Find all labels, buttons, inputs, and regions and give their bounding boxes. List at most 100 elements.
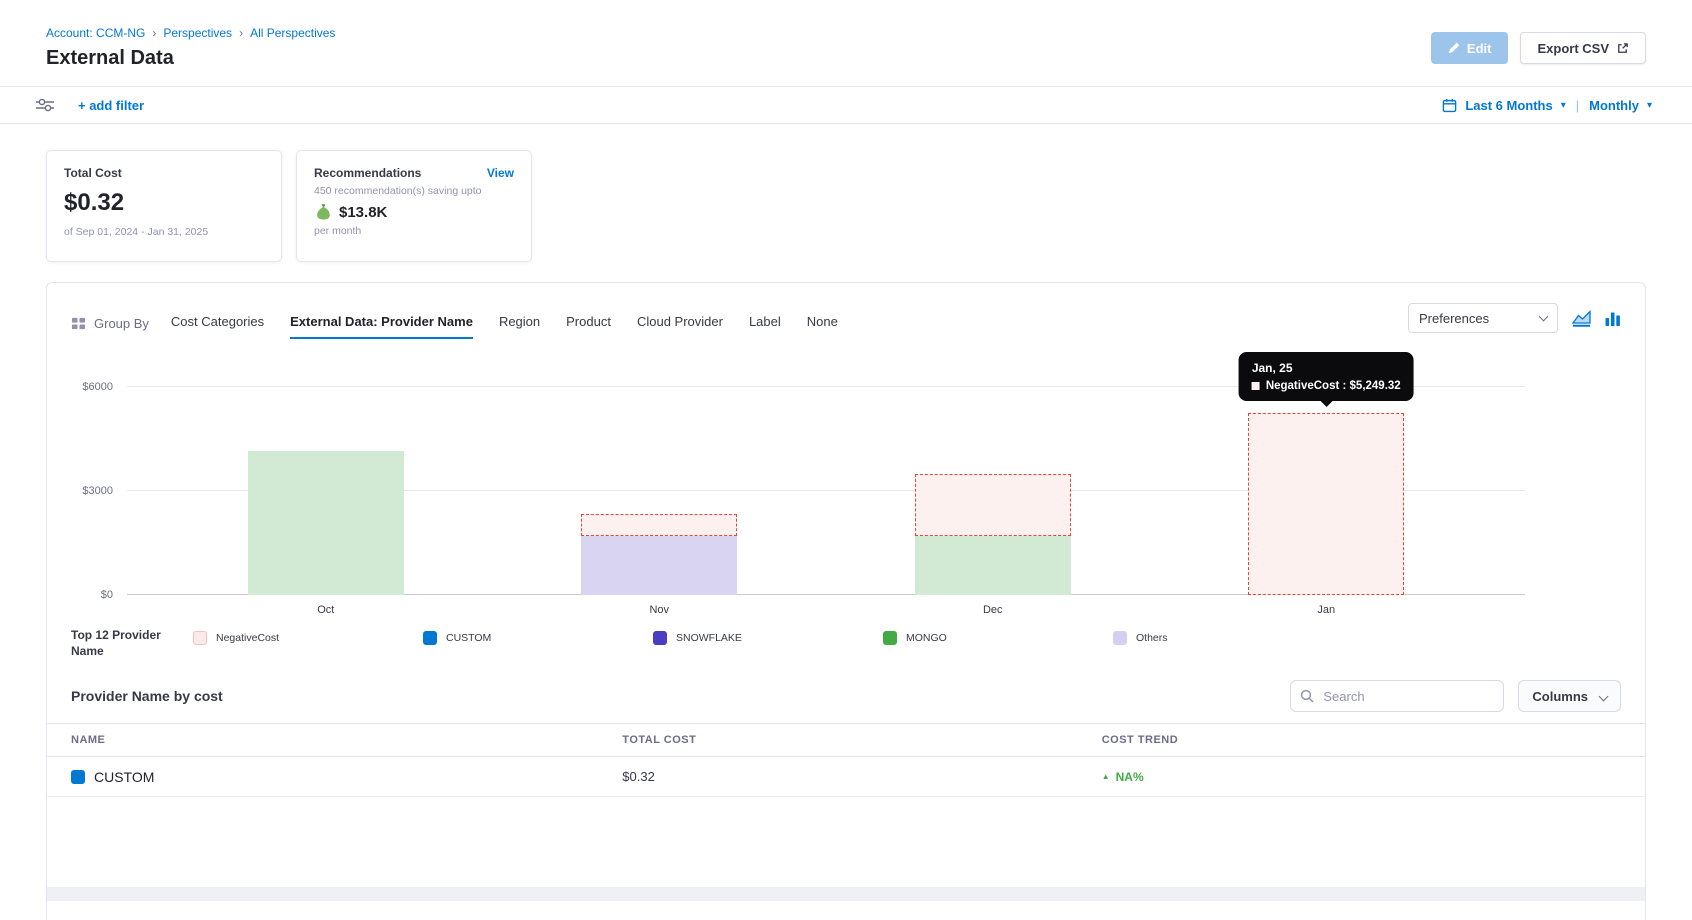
groupby-tab-cost-categories[interactable]: Cost Categories <box>171 314 264 339</box>
view-recommendations-link[interactable]: View <box>487 166 514 180</box>
edit-button[interactable]: Edit <box>1431 32 1509 64</box>
column-header-total-cost[interactable]: TOTAL COST <box>598 734 1077 746</box>
groupby-tab-none[interactable]: None <box>807 314 838 339</box>
legend-swatch <box>1113 631 1127 645</box>
total-cost-value: $0.32 <box>64 189 264 217</box>
tooltip-series-swatch <box>1252 382 1260 390</box>
legend-title: Top 12 Provider Name <box>71 627 183 659</box>
bar-segment-negativecost[interactable] <box>581 514 737 537</box>
chevron-down-icon <box>1539 312 1549 322</box>
breadcrumb-separator: › <box>239 26 243 40</box>
filter-bar: + add filter Last 6 Months ▾ | Monthly ▾ <box>0 86 1692 124</box>
recommendations-card: Recommendations View 450 recommendation(… <box>296 150 532 262</box>
recommendations-period: per month <box>314 225 514 237</box>
x-axis-label: Jan <box>1160 604 1494 616</box>
summary-cards: Total Cost $0.32 of Sep 01, 2024 - Jan 3… <box>0 124 1692 262</box>
chart-column-oct[interactable]: Oct <box>159 387 493 595</box>
breadcrumb-account[interactable]: Account: CCM-NG <box>46 26 145 40</box>
legend-item-negativecost[interactable]: NegativeCost <box>193 631 423 645</box>
breadcrumb-perspectives[interactable]: Perspectives <box>163 26 232 40</box>
column-header-name[interactable]: NAME <box>47 734 598 746</box>
table-scrollbar-track[interactable] <box>47 887 1645 901</box>
header-actions: Edit Export CSV <box>1431 32 1646 64</box>
bar-segment-others[interactable] <box>581 536 737 595</box>
chart-tooltip: Jan, 25 NegativeCost : $5,249.32 <box>1239 352 1414 401</box>
legend-swatch <box>883 631 897 645</box>
table-row[interactable]: CUSTOM $0.32 ▲ NA% <box>47 757 1645 797</box>
bar-segment-negativecost[interactable] <box>915 474 1071 536</box>
preferences-label: Preferences <box>1419 311 1489 326</box>
area-chart-type-icon[interactable] <box>1572 310 1591 327</box>
preferences-dropdown[interactable]: Preferences <box>1408 303 1558 333</box>
y-axis-tick: $6000 <box>82 381 113 393</box>
search-input[interactable] <box>1290 680 1504 712</box>
chevron-down-icon <box>1599 691 1609 701</box>
legend-item-snowflake[interactable]: SNOWFLAKE <box>653 631 883 645</box>
legend-item-custom[interactable]: CUSTOM <box>423 631 653 645</box>
chevron-down-icon: ▾ <box>1561 100 1566 111</box>
legend-swatch <box>423 631 437 645</box>
recommendations-subtitle: 450 recommendation(s) saving upto <box>314 185 514 197</box>
bar-chart-type-icon[interactable] <box>1605 310 1621 326</box>
total-cost-card: Total Cost $0.32 of Sep 01, 2024 - Jan 3… <box>46 150 282 262</box>
bar-segment-mongo[interactable] <box>915 536 1071 595</box>
y-axis-tick: $3000 <box>82 485 113 497</box>
external-link-icon <box>1616 42 1629 55</box>
breadcrumb-all-perspectives[interactable]: All Perspectives <box>250 26 335 40</box>
legend-label: Others <box>1136 632 1168 644</box>
x-axis-label: Nov <box>493 604 827 616</box>
group-by-row: Group By Cost Categories External Data: … <box>47 283 1645 339</box>
columns-button[interactable]: Columns <box>1518 680 1621 712</box>
y-axis-tick: $0 <box>101 589 113 601</box>
filter-bar-right: Last 6 Months ▾ | Monthly ▾ <box>1442 98 1652 113</box>
add-filter-button[interactable]: + add filter <box>78 98 144 113</box>
row-cost-trend-cell: ▲ NA% <box>1078 770 1645 784</box>
page-title: External Data <box>46 47 335 70</box>
group-by-icon <box>71 316 86 331</box>
group-by-tabs: Cost Categories External Data: Provider … <box>171 314 838 339</box>
groupby-tab-region[interactable]: Region <box>499 314 540 339</box>
groupby-tab-label[interactable]: Label <box>749 314 781 339</box>
legend-item-mongo[interactable]: MONGO <box>883 631 1113 645</box>
groupby-tab-cloud-provider[interactable]: Cloud Provider <box>637 314 723 339</box>
table-title: Provider Name by cost <box>71 688 223 704</box>
row-name-cell: CUSTOM <box>47 769 598 785</box>
legend-item-others[interactable]: Others <box>1113 631 1343 645</box>
breadcrumb: Account: CCM-NG › Perspectives › All Per… <box>46 26 335 40</box>
bar-segment-negativecost[interactable] <box>1248 413 1404 595</box>
export-csv-button[interactable]: Export CSV <box>1520 32 1646 64</box>
provider-color-swatch <box>71 770 85 784</box>
recommendations-savings-row: $13.8K <box>314 203 514 221</box>
legend-label: SNOWFLAKE <box>676 632 742 644</box>
legend-label: CUSTOM <box>446 632 491 644</box>
provider-name: CUSTOM <box>94 769 154 785</box>
date-range-selector[interactable]: Last 6 Months <box>1465 98 1552 113</box>
recommendations-savings: $13.8K <box>339 204 387 221</box>
column-header-cost-trend[interactable]: COST TREND <box>1078 734 1645 746</box>
chart-legend: Top 12 Provider Name NegativeCost CUSTOM… <box>47 621 1645 665</box>
groupby-tab-external-data[interactable]: External Data: Provider Name <box>290 314 473 339</box>
chart-column-dec[interactable]: Dec <box>826 387 1160 595</box>
granularity-selector[interactable]: Monthly <box>1589 98 1639 113</box>
bar-segment-mongo[interactable] <box>248 451 404 595</box>
chart-controls: Preferences <box>1408 303 1621 339</box>
legend-swatch <box>653 631 667 645</box>
recommendations-header: Recommendations View <box>314 166 514 180</box>
chart-column-jan[interactable]: Jan Jan, 25 NegativeCost : $5,249.32 <box>1160 387 1494 595</box>
calendar-icon <box>1442 98 1457 113</box>
table-controls: Columns <box>1290 680 1621 712</box>
provider-cost-table: NAME TOTAL COST COST TREND CUSTOM $0.32 … <box>47 723 1645 797</box>
groupby-tab-product[interactable]: Product <box>566 314 611 339</box>
cost-chart: $0$3000$6000 OctNovDecJan Jan, 25 Negati… <box>71 381 1621 621</box>
legend-label: NegativeCost <box>216 632 279 644</box>
row-total-cost-cell: $0.32 <box>598 769 1077 784</box>
columns-button-label: Columns <box>1532 689 1588 704</box>
chart-column-nov[interactable]: Nov <box>493 387 827 595</box>
table-header-row: NAME TOTAL COST COST TREND <box>47 723 1645 757</box>
trend-up-icon: ▲ <box>1102 772 1110 781</box>
perspective-panel: Group By Cost Categories External Data: … <box>46 282 1646 920</box>
table-title-row: Provider Name by cost Columns <box>47 665 1645 713</box>
total-cost-title: Total Cost <box>64 166 264 180</box>
filter-settings-icon[interactable] <box>36 98 54 112</box>
export-csv-label: Export CSV <box>1537 41 1609 56</box>
